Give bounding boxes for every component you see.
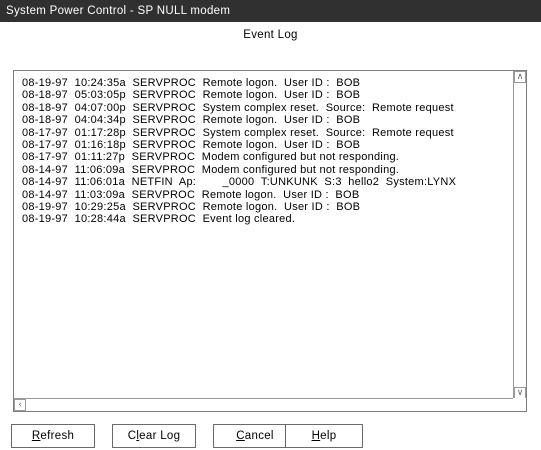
cancel-label: ancel — [244, 430, 274, 442]
event-log-list[interactable]: 08-19-97 10:24:35a SERVPROC Remote logon… — [13, 70, 527, 412]
log-entry[interactable]: 08-14-97 11:06:01a NETFIN Ap: _0000 T:UN… — [22, 176, 508, 188]
log-entry[interactable]: 08-18-97 05:03:05p SERVPROC Remote logon… — [22, 89, 508, 101]
event-log-dialog: Event Log 08-19-97 10:24:35a SERVPROC Re… — [0, 22, 541, 448]
event-log-lines: 08-19-97 10:24:35a SERVPROC Remote logon… — [22, 77, 508, 226]
cancel-mnemonic: C — [236, 430, 245, 442]
scrollbar-corner — [513, 398, 526, 411]
log-entry[interactable]: 08-19-97 10:24:35a SERVPROC Remote logon… — [22, 77, 508, 89]
clear-log-button[interactable]: Clear Log — [112, 424, 196, 448]
log-entry[interactable]: 08-18-97 04:04:34p SERVPROC Remote logon… — [22, 114, 508, 126]
help-label: elp — [320, 430, 337, 442]
window-title-bar[interactable]: System Power Control - SP NULL modem — [0, 0, 541, 22]
log-entry[interactable]: 08-17-97 01:11:27p SERVPROC Modem config… — [22, 151, 508, 163]
scroll-up-icon[interactable]: ∧ — [514, 71, 526, 83]
log-entry[interactable]: 08-19-97 10:29:25a SERVPROC Remote logon… — [22, 201, 508, 213]
scroll-left-icon[interactable]: ‹ — [14, 399, 26, 411]
log-entry[interactable]: 08-17-97 01:16:18p SERVPROC Remote logon… — [22, 139, 508, 151]
vertical-scrollbar[interactable]: ∧ ∨ — [513, 71, 526, 399]
log-entry[interactable]: 08-14-97 11:03:09a SERVPROC Remote logon… — [22, 189, 508, 201]
help-button[interactable]: Help — [285, 424, 363, 448]
window-title: System Power Control - SP NULL modem — [6, 5, 231, 17]
log-entry[interactable]: 08-17-97 01:17:28p SERVPROC System compl… — [22, 127, 508, 139]
refresh-label: efresh — [40, 430, 75, 442]
log-entry[interactable]: 08-18-97 04:07:00p SERVPROC System compl… — [22, 102, 508, 114]
help-mnemonic: H — [311, 430, 321, 442]
log-entry[interactable]: 08-14-97 11:06:09a SERVPROC Modem config… — [22, 164, 508, 176]
refresh-button[interactable]: Refresh — [11, 424, 95, 448]
button-row: Refresh Clear Log Cancel Help — [0, 424, 541, 450]
clear-log-label: ear Log — [139, 430, 181, 442]
log-entry[interactable]: 08-19-97 10:28:44a SERVPROC Event log cl… — [22, 213, 508, 225]
horizontal-scrollbar[interactable]: ‹ › — [14, 398, 526, 411]
dialog-heading: Event Log — [243, 29, 298, 41]
